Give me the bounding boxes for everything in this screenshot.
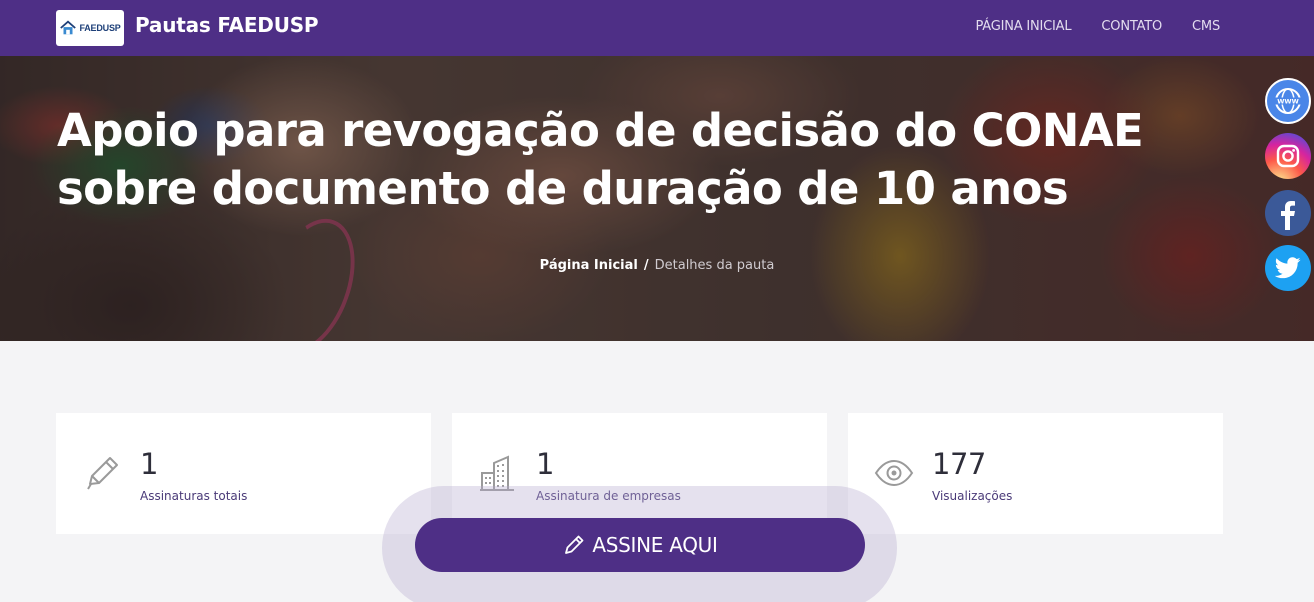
nav-link-cms[interactable]: CMS xyxy=(1192,19,1220,34)
nav-links: PÁGINA INICIAL CONTATO CMS xyxy=(975,19,1220,34)
pencil-icon xyxy=(565,535,584,554)
breadcrumb: Página Inicial / Detalhes da pauta xyxy=(0,258,1314,273)
instagram-link[interactable] xyxy=(1265,133,1311,179)
stat-value: 1 xyxy=(536,447,554,481)
instagram-icon xyxy=(1276,144,1300,168)
eye-icon xyxy=(874,459,914,487)
stat-label: Assinaturas totais xyxy=(140,489,248,503)
page-title: Apoio para revogação de decisão do CONAE… xyxy=(57,102,1207,218)
stat-value: 1 xyxy=(140,447,158,481)
stat-label: Visualizações xyxy=(932,489,1013,503)
stat-card-views: 177 Visualizações xyxy=(848,413,1223,534)
svg-text:WWW: WWW xyxy=(1277,98,1299,106)
facebook-link[interactable] xyxy=(1265,190,1311,236)
breadcrumb-separator: / xyxy=(643,258,649,273)
twitter-icon xyxy=(1275,257,1301,279)
stat-value: 177 xyxy=(932,447,986,481)
nav-link-home[interactable]: PÁGINA INICIAL xyxy=(975,19,1071,34)
breadcrumb-current: Detalhes da pauta xyxy=(654,258,775,273)
sign-here-button[interactable]: ASSINE AQUI xyxy=(415,518,865,572)
logo[interactable]: FAEDUSP xyxy=(56,10,124,46)
logo-text: FAEDUSP xyxy=(79,23,121,33)
website-icon: WWW xyxy=(1275,88,1301,114)
page-title-line-2: sobre documento de duração de 10 anos xyxy=(57,162,1069,215)
navbar: FAEDUSP Pautas FAEDUSP PÁGINA INICIAL CO… xyxy=(0,0,1314,56)
page-title-line-1: Apoio para revogação de decisão do CONAE xyxy=(57,104,1144,157)
facebook-icon xyxy=(1281,201,1295,230)
brand-title[interactable]: Pautas FAEDUSP xyxy=(135,13,319,37)
pencil-icon xyxy=(87,457,118,490)
nav-link-contact[interactable]: CONTATO xyxy=(1101,19,1162,34)
breadcrumb-home[interactable]: Página Inicial xyxy=(540,258,638,273)
house-icon xyxy=(60,20,77,35)
website-link[interactable]: WWW xyxy=(1265,78,1311,124)
sign-here-label: ASSINE AQUI xyxy=(592,533,718,557)
stat-card-total-signatures: 1 Assinaturas totais xyxy=(56,413,431,534)
hero-banner: Apoio para revogação de decisão do CONAE… xyxy=(0,56,1314,341)
twitter-link[interactable] xyxy=(1265,245,1311,291)
